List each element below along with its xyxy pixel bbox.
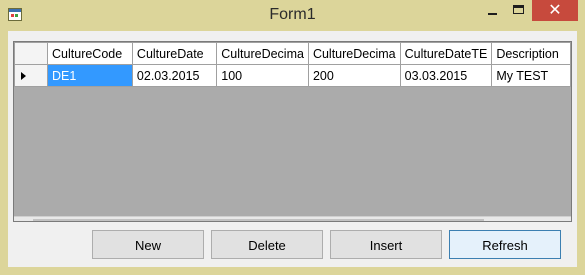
- cell-culturecode[interactable]: DE1: [47, 64, 133, 87]
- maximize-button[interactable]: [506, 0, 533, 21]
- title-bar[interactable]: Form1 ✕: [0, 0, 585, 31]
- row-header-cell[interactable]: [14, 64, 49, 87]
- horizontal-scrollbar[interactable]: < >: [14, 216, 571, 221]
- header-corner-cell[interactable]: [14, 42, 49, 65]
- maximize-icon: [513, 5, 524, 14]
- cell-culturedecimal-2[interactable]: 200: [307, 64, 401, 87]
- cell-culturedate[interactable]: 02.03.2015: [131, 64, 218, 87]
- data-grid-view[interactable]: CultureCode CultureDate CultureDecima Cu…: [13, 41, 572, 222]
- grid-header-row: CultureCode CultureDate CultureDecima Cu…: [14, 42, 571, 65]
- form-client-area: CultureCode CultureDate CultureDecima Cu…: [8, 31, 577, 267]
- new-button[interactable]: New: [92, 230, 204, 259]
- table-row[interactable]: DE1 02.03.2015 100 200 03.03.2015 My TES…: [14, 64, 571, 87]
- grid-table: CultureCode CultureDate CultureDecima Cu…: [14, 42, 571, 87]
- insert-button[interactable]: Insert: [330, 230, 442, 259]
- column-header-culturedecimal-1[interactable]: CultureDecima: [216, 42, 309, 65]
- column-header-culturecode[interactable]: CultureCode: [47, 42, 133, 65]
- cell-culturedatetext[interactable]: 03.03.2015: [399, 64, 493, 87]
- scroll-right-icon[interactable]: >: [554, 217, 571, 221]
- minimize-icon: [488, 13, 497, 15]
- scrollbar-thumb[interactable]: [33, 219, 484, 221]
- cell-culturedecimal-1[interactable]: 100: [216, 64, 309, 87]
- minimize-button[interactable]: [479, 0, 506, 21]
- column-header-description[interactable]: Description: [491, 42, 571, 65]
- close-button[interactable]: ✕: [532, 0, 578, 21]
- app-window: Form1 ✕ CultureCode CultureDate CultureD…: [0, 0, 585, 275]
- column-header-culturedatetext[interactable]: CultureDateTE: [399, 42, 493, 65]
- close-icon: ✕: [548, 2, 562, 19]
- column-header-culturedate[interactable]: CultureDate: [131, 42, 218, 65]
- refresh-button[interactable]: Refresh: [449, 230, 561, 259]
- column-header-culturedecimal-2[interactable]: CultureDecima: [307, 42, 401, 65]
- delete-button[interactable]: Delete: [211, 230, 323, 259]
- scroll-left-icon[interactable]: <: [14, 217, 31, 221]
- row-indicator-arrow-icon: [21, 71, 26, 80]
- cell-description[interactable]: My TEST: [491, 64, 571, 87]
